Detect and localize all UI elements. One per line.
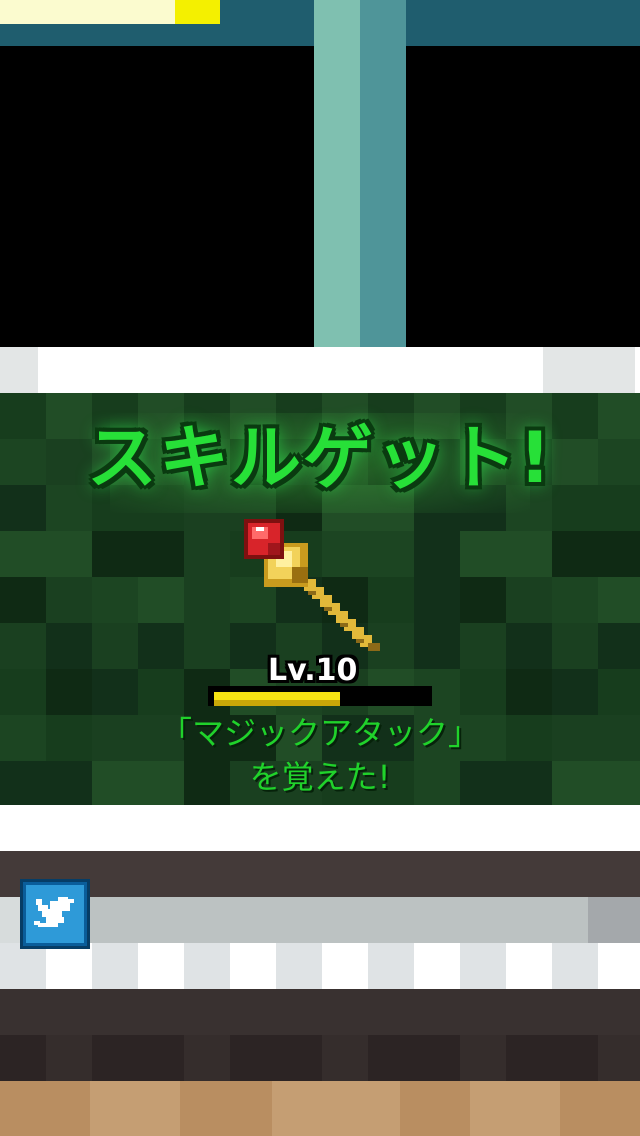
popup-bg-pixel [460, 531, 506, 577]
skill-exp-bar [208, 686, 432, 706]
popup-bg-pixel [414, 531, 460, 577]
ground-gray-edge-right [588, 897, 640, 943]
ground-brown-row [0, 989, 640, 1035]
popup-bg-pixel [506, 577, 552, 623]
magic-staff-icon [244, 519, 380, 651]
popup-bg-pixel [0, 623, 46, 669]
ground-tan-tile [0, 1081, 90, 1136]
ground-brown-tile [184, 1035, 230, 1081]
popup-bg-pixel [92, 531, 138, 577]
ground-tan-floor [0, 1081, 640, 1136]
popup-bg-pixel [414, 623, 460, 669]
popup-bg-pixel [506, 623, 552, 669]
twitter-share-button[interactable] [20, 879, 90, 949]
popup-bg-pixel [184, 531, 230, 577]
scene-dark-left [0, 46, 314, 347]
ground-brown-row-dark [0, 1035, 640, 1081]
popup-title: スキルゲット! [87, 417, 553, 499]
ground-brown-tile [598, 1035, 640, 1081]
ground-checker-row [0, 943, 640, 989]
popup-bg-pixel [138, 669, 184, 715]
skill-level-label: Lv.10 [268, 653, 358, 688]
popup-bg-pixel [598, 577, 640, 623]
ground-checker-tile [0, 943, 46, 989]
popup-bg-pixel [460, 623, 506, 669]
ground-band-edge-right [543, 347, 635, 393]
ground-gray-row [0, 897, 640, 943]
ground-dark-row [0, 851, 640, 897]
popup-bg-pixel [414, 577, 460, 623]
skill-name-text: 「マジックアタック」 [159, 714, 480, 752]
tower-pillar-light [314, 0, 360, 347]
popup-bg-pixel [0, 531, 46, 577]
popup-bg-pixel [0, 577, 46, 623]
popup-bg-pixel [46, 577, 92, 623]
ground-brown-tile [460, 1035, 506, 1081]
popup-bg-pixel [138, 531, 184, 577]
popup-bg-pixel [138, 577, 184, 623]
ground-checker-tile [368, 943, 414, 989]
skill-exp-fill [214, 692, 340, 700]
popup-bg-pixel [46, 531, 92, 577]
twitter-button-face [26, 885, 84, 943]
ground-band-edge-left [0, 347, 38, 393]
hp-bar [0, 0, 220, 24]
skill-exp-fill-shade [214, 700, 340, 706]
ground-checker-tile [92, 943, 138, 989]
scene-dark-right [406, 46, 640, 347]
popup-bg-pixel [92, 623, 138, 669]
ground-band-top [0, 347, 640, 393]
twitter-bird-icon [34, 897, 74, 927]
skill-get-popup[interactable]: スキルゲット! Lv.10 「マジックアタック」 を覚えた! [0, 393, 640, 805]
ground-checker-tile [552, 943, 598, 989]
game-screen: スキルゲット! Lv.10 「マジックアタック」 を覚えた! [0, 0, 640, 1136]
popup-bg-pixel [552, 531, 598, 577]
ground-checker-tile [276, 943, 322, 989]
popup-bg-pixel [552, 669, 598, 715]
ground-checker-tile [184, 943, 230, 989]
popup-bg-pixel [506, 531, 552, 577]
popup-bg-pixel [460, 577, 506, 623]
popup-bg-pixel [552, 577, 598, 623]
popup-bg-pixel [184, 623, 230, 669]
popup-bg-pixel [46, 669, 92, 715]
popup-bg-pixel [46, 623, 92, 669]
popup-bg-pixel [598, 531, 640, 577]
popup-bg-pixel [552, 623, 598, 669]
popup-bg-pixel [506, 669, 552, 715]
ground-tan-tile [560, 1081, 640, 1136]
popup-bg-pixel [138, 623, 184, 669]
popup-bg-pixel [92, 669, 138, 715]
popup-bg-pixel [92, 577, 138, 623]
ground-brown-tile [46, 1035, 92, 1081]
popup-bg-pixel [598, 669, 640, 715]
popup-bg-pixel [598, 623, 640, 669]
popup-bg-pixel [460, 669, 506, 715]
ground-tan-tile [400, 1081, 470, 1136]
hp-bar-marker [175, 0, 220, 24]
ground-brown-tile [322, 1035, 368, 1081]
popup-bg-pixel [184, 577, 230, 623]
tower-pillar-dark [360, 0, 406, 347]
ground-checker-tile [460, 943, 506, 989]
ground-band-middle [0, 805, 640, 851]
learned-message-text: を覚えた! [249, 758, 391, 796]
ground-tan-tile [180, 1081, 272, 1136]
popup-bg-pixel [0, 669, 46, 715]
